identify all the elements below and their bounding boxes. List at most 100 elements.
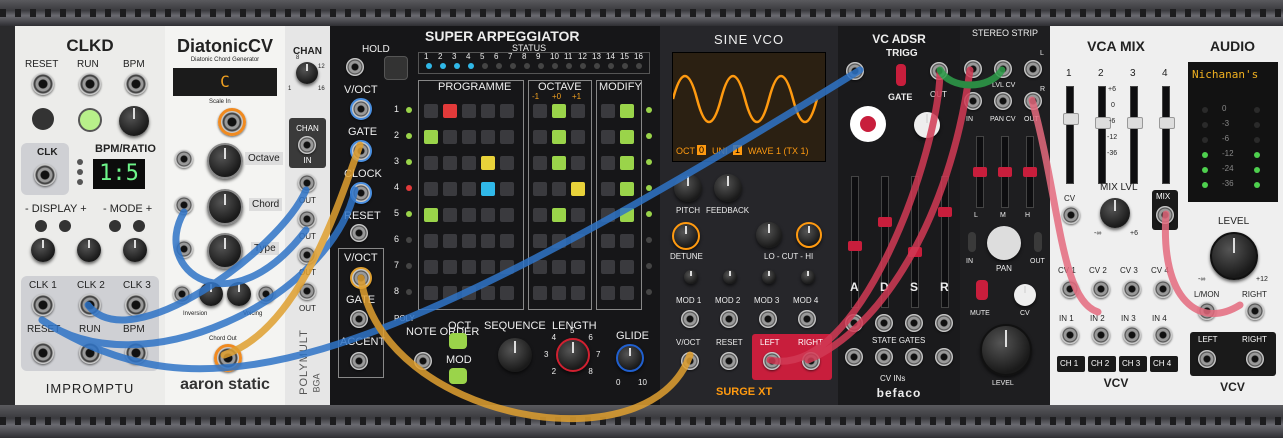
arp-octave-cell[interactable] (571, 182, 585, 196)
arp-octave-cell[interactable] (571, 208, 585, 222)
arp-programme-cell[interactable] (424, 286, 438, 300)
clkd-run-jack[interactable] (79, 73, 101, 95)
adsr-gate-jack[interactable] (846, 62, 864, 80)
diatonic-type-cv-jack[interactable] (175, 240, 193, 258)
adsr-mode-knob[interactable] (914, 112, 940, 138)
arp-octave-cell[interactable] (552, 130, 566, 144)
clkd-reset-jack[interactable] (32, 73, 54, 95)
arp-octave-cell[interactable] (533, 260, 547, 274)
sine-oct-value[interactable]: 0 (697, 145, 707, 155)
arp-programme-cell[interactable] (462, 104, 476, 118)
arp-octave-cell[interactable] (552, 234, 566, 248)
clkd-bpm-jack[interactable] (125, 73, 147, 95)
arp-programme-cell[interactable] (424, 156, 438, 170)
arp-programme-cell[interactable] (462, 156, 476, 170)
polymult-out-jack-4[interactable] (298, 282, 316, 300)
sine-mod3-jack[interactable] (759, 310, 777, 328)
arp-programme-cell[interactable] (481, 182, 495, 196)
sine-hi-cut-knob[interactable] (796, 222, 822, 248)
arp-programme-cell[interactable] (443, 182, 457, 196)
arp-modify-cell[interactable] (620, 260, 634, 274)
audio-right-out-jack[interactable] (1246, 350, 1264, 368)
adsr-r-cv-jack[interactable] (935, 348, 953, 366)
clkd-bpm-out-jack[interactable] (125, 342, 147, 364)
vcamix-fader-4[interactable] (1159, 86, 1175, 184)
arp-programme-cell[interactable] (424, 104, 438, 118)
strip-cv-knob[interactable] (1014, 284, 1036, 306)
arp-voct-out-jack[interactable] (350, 267, 372, 289)
arp-modify-cell[interactable] (620, 208, 634, 222)
arp-modify-cell[interactable] (620, 286, 634, 300)
arp-octave-cell[interactable] (552, 182, 566, 196)
sine-pitch-knob[interactable] (674, 174, 702, 202)
arp-octave-cell[interactable] (533, 104, 547, 118)
strip-mute-button[interactable] (976, 280, 988, 300)
arp-octave-cell[interactable] (533, 130, 547, 144)
adsr-trigger-button-cap[interactable] (860, 116, 876, 132)
arp-accent-jack[interactable] (350, 352, 368, 370)
arp-programme-cell[interactable] (462, 286, 476, 300)
sine-mod4-knob[interactable] (801, 270, 815, 284)
arp-programme-cell[interactable] (500, 260, 514, 274)
audio-lmon-jack[interactable] (1198, 302, 1216, 320)
arp-voct-jack[interactable] (350, 98, 372, 120)
audio-left-out-jack[interactable] (1198, 350, 1216, 368)
arp-octave-cell[interactable] (552, 260, 566, 274)
diatonic-type-knob[interactable] (207, 233, 243, 269)
adsr-a-gate-jack[interactable] (845, 314, 863, 332)
strip-level-knob[interactable] (980, 324, 1032, 376)
arp-octave-cell[interactable] (533, 286, 547, 300)
arp-programme-cell[interactable] (424, 260, 438, 274)
arp-modify-cell[interactable] (620, 182, 634, 196)
vcamix-cv-jack[interactable] (1123, 280, 1141, 298)
vcamix-cv-jack[interactable] (1062, 206, 1080, 224)
vcamix-cv-jack[interactable] (1154, 280, 1172, 298)
arp-programme-cell[interactable] (462, 234, 476, 248)
diatonic-chord-cv-jack[interactable] (175, 196, 193, 214)
clkd-clk2-jack[interactable] (79, 294, 101, 316)
clkd-display-minus[interactable] (35, 220, 47, 232)
arp-modify-cell[interactable] (601, 208, 615, 222)
diatonic-chord-knob[interactable] (207, 189, 243, 225)
strip-out-r-jack[interactable] (1024, 92, 1042, 110)
vcamix-fader-1[interactable] (1063, 86, 1079, 184)
strip-pan-knob[interactable] (987, 226, 1021, 260)
arp-gate-out-jack[interactable] (350, 310, 368, 328)
arp-programme-cell[interactable] (424, 208, 438, 222)
sine-right-jack[interactable] (802, 352, 820, 370)
sine-voct-jack[interactable] (681, 352, 699, 370)
arp-octave-cell[interactable] (533, 234, 547, 248)
vcamix-mix-knob[interactable] (1100, 198, 1130, 228)
arp-programme-cell[interactable] (481, 234, 495, 248)
polymult-out-jack-1[interactable] (298, 174, 316, 192)
arp-programme-cell[interactable] (424, 182, 438, 196)
arp-modify-cell[interactable] (601, 182, 615, 196)
clkd-knob-1[interactable] (31, 238, 55, 262)
arp-gate-jack[interactable] (350, 140, 372, 162)
arp-programme-cell[interactable] (500, 234, 514, 248)
arp-programme-cell[interactable] (500, 156, 514, 170)
arp-modify-cell[interactable] (601, 156, 615, 170)
arp-programme-cell[interactable] (500, 130, 514, 144)
sine-wave-select[interactable]: WAVE 1 (TX 1) (748, 146, 809, 156)
sine-mod1-knob[interactable] (684, 270, 698, 284)
polymult-chan-knob[interactable] (296, 62, 318, 84)
arp-mod-button[interactable] (449, 368, 467, 384)
diatonic-voicing-cv-jack[interactable] (257, 285, 275, 303)
diatonic-scale-in-jack[interactable] (218, 108, 246, 136)
clkd-mode-plus[interactable] (133, 220, 145, 232)
vcamix-mix-jack[interactable] (1156, 206, 1174, 224)
arp-length-knob[interactable] (556, 338, 590, 372)
adsr-r-gate-jack[interactable] (935, 314, 953, 332)
arp-modify-cell[interactable] (620, 234, 634, 248)
vcamix-fader-3[interactable] (1127, 86, 1143, 184)
arp-programme-cell[interactable] (424, 130, 438, 144)
diatonic-inversion-cv-jack[interactable] (173, 285, 191, 303)
arp-octave-cell[interactable] (552, 208, 566, 222)
arp-programme-cell[interactable] (481, 208, 495, 222)
adsr-out-jack-1[interactable] (930, 62, 948, 80)
audio-device-name[interactable]: Nichanan's (1192, 68, 1258, 81)
strip-pan-cv-jack[interactable] (994, 92, 1012, 110)
arp-modify-cell[interactable] (601, 286, 615, 300)
arp-modify-cell[interactable] (620, 104, 634, 118)
